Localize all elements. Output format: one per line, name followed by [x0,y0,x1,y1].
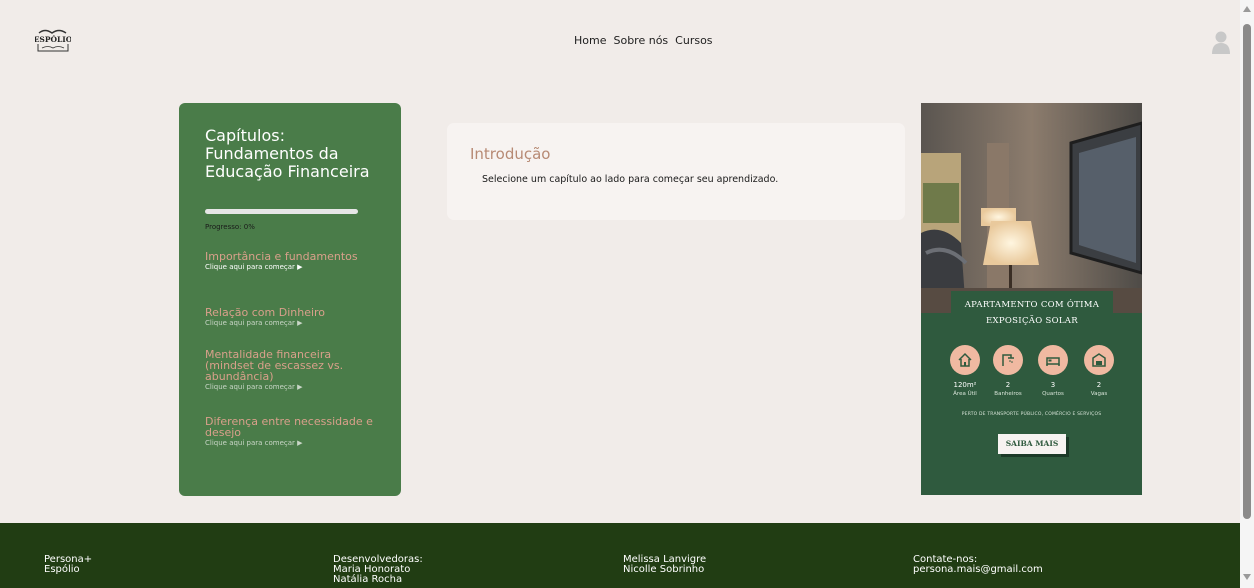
saiba-mais-button[interactable]: SAIBA MAIS [998,434,1066,454]
ad-footnote: PERTO DE TRANSPORTE PÚBLICO, COMÉRCIO E … [961,412,1102,417]
contact-email-link[interactable]: persona.mais@gmail.com [913,565,1043,575]
chapter-item[interactable]: Relação com Dinheiro Clique aqui para co… [205,307,375,327]
garage-icon [1084,345,1114,375]
bed-icon [1038,345,1068,375]
sidebar-title: Capítulos: Fundamentos da Educação Finan… [205,126,370,181]
user-avatar-icon[interactable] [1210,30,1232,54]
intro-text: Selecione um capítulo ao lado para começ… [482,174,779,185]
scroll-down-arrow-icon[interactable] [1243,574,1251,580]
chapter-item[interactable]: Diferença entre necessidade e desejo Cli… [205,416,375,447]
house-icon [950,345,980,375]
ad-feature-label: Banheiros [994,391,1022,397]
apartment-ad[interactable]: APARTAMENTO COM ÓTIMA EXPOSIÇÃO SOLAR 12… [921,103,1142,495]
ad-room-photo [921,103,1142,313]
espolio-logo[interactable]: ESPÓLIO [34,27,73,53]
ad-feature-label: Área Útil [953,391,977,397]
ad-feature-value: 2 [1005,381,1011,389]
ad-headline: APARTAMENTO COM ÓTIMA EXPOSIÇÃO SOLAR [964,300,1100,326]
chapter-start-link[interactable]: Clique aqui para começar ▶ [205,439,375,447]
footer-text: Natália Rocha [333,574,403,585]
footer-contact: Contate-nos: persona.mais@gmail.com [913,555,1043,575]
ad-feature-value: 2 [1096,381,1102,389]
ad-feature-label: Quartos [1042,391,1064,397]
ad-feature-label: Vagas [1090,391,1108,397]
main-nav: Home Sobre nós Cursos [574,34,713,47]
chapter-start-link[interactable]: Clique aqui para começar ▶ [205,319,375,327]
footer-text: Espólio [44,564,80,575]
ad-feature-value: 120m² [953,381,977,389]
footer-text: Nicolle Sobrinho [623,564,705,575]
nav-cursos[interactable]: Cursos [675,34,712,47]
footer-developers: Desenvolvedoras: Maria Honorato Natália … [333,555,423,585]
progress-label: Progresso: 0% [205,223,255,231]
chapter-start-link[interactable]: Clique aqui para começar ▶ [205,263,375,271]
nav-sobre-nos[interactable]: Sobre nós [613,34,668,47]
intro-title: Introdução [470,145,551,163]
chapter-title[interactable]: Importância e fundamentos [205,251,375,262]
svg-text:ESPÓLIO: ESPÓLIO [35,35,71,44]
progress-bar [205,209,358,214]
scrollbar-thumb[interactable] [1243,24,1251,519]
chapter-item[interactable]: Mentalidade financeira (mindset de escas… [205,349,375,391]
top-bar: ESPÓLIO Home Sobre nós Cursos [0,0,1240,80]
scroll-up-arrow-icon[interactable] [1243,6,1251,12]
chapter-title[interactable]: Diferença entre necessidade e desejo [205,416,375,438]
nav-home[interactable]: Home [574,34,606,47]
shower-icon [993,345,1023,375]
chapter-item[interactable]: Importância e fundamentos Clique aqui pa… [205,251,375,271]
ad-feature-value: 3 [1050,381,1056,389]
chapter-title[interactable]: Relação com Dinheiro [205,307,375,318]
intro-card: Introdução Selecione um capítulo ao lado… [447,123,905,220]
footer-brand: Persona+ Espólio [44,555,92,575]
chapter-title[interactable]: Mentalidade financeira (mindset de escas… [205,349,375,382]
page-footer: Persona+ Espólio Desenvolvedoras: Maria … [0,523,1240,588]
footer-developers-more: Melissa Lanvigre Nicolle Sobrinho [623,555,706,575]
chapter-start-link[interactable]: Clique aqui para começar ▶ [205,383,375,391]
chapters-sidebar: Capítulos: Fundamentos da Educação Finan… [179,103,401,496]
